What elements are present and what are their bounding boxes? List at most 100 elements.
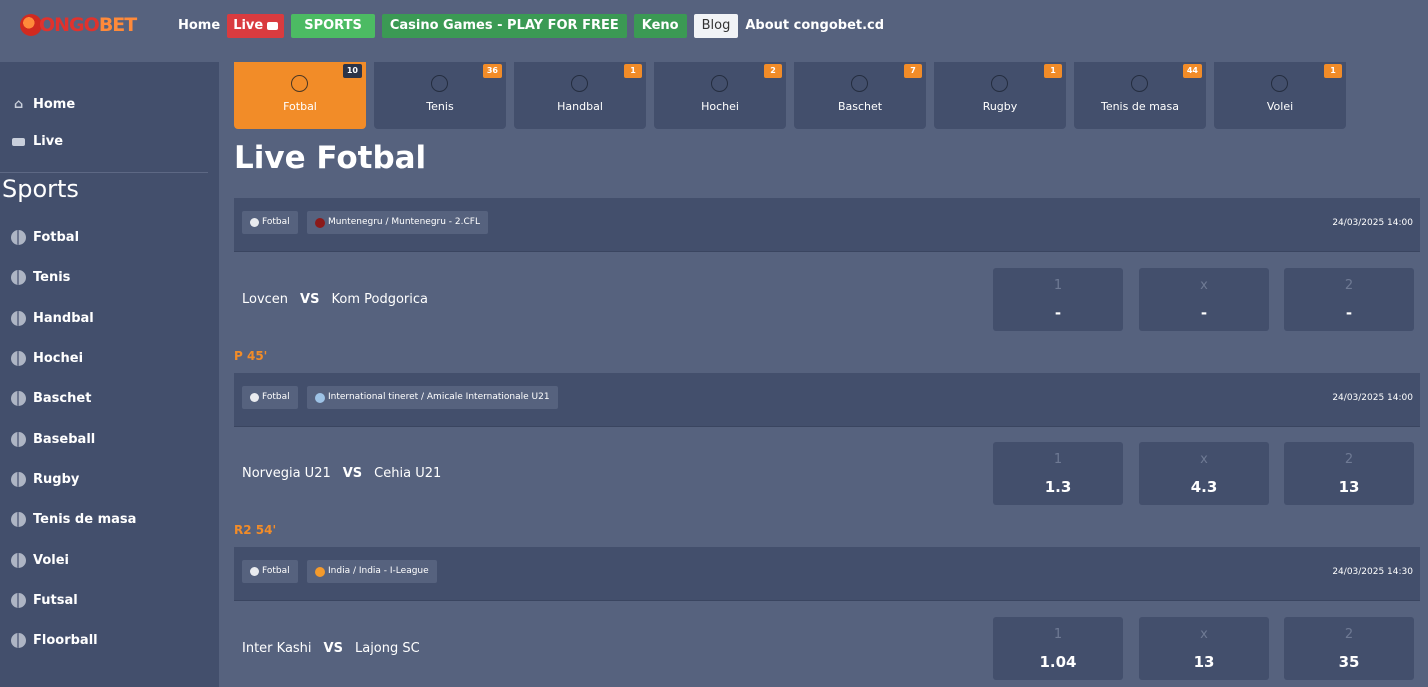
odd-button[interactable]: x 4.3	[1139, 442, 1269, 505]
rugby-icon	[991, 75, 1008, 92]
tab-count-badge: 36	[482, 64, 502, 78]
football-icon	[250, 218, 259, 227]
tab-count-badge: 1	[1324, 64, 1342, 78]
fotbal-icon	[291, 75, 308, 92]
sport-chip[interactable]: Fotbal	[242, 560, 298, 583]
league-chip[interactable]: India / India - I-League	[307, 560, 437, 583]
odd-button[interactable]: 1 1.3	[993, 442, 1123, 505]
page-title: Live Fotbal	[234, 140, 427, 176]
league-chip-label: India / India - I-League	[328, 566, 429, 576]
tab-baschet[interactable]: Baschet 7	[794, 62, 926, 129]
logo-text-bet: BET	[98, 14, 137, 36]
flag-icon	[315, 566, 325, 577]
handball-icon	[10, 311, 27, 326]
sport-chip[interactable]: Fotbal	[242, 386, 298, 409]
tab-count-badge: 1	[624, 64, 642, 78]
nav-casino[interactable]: Casino Games - PLAY FOR FREE	[381, 14, 627, 38]
sports-heading: Sports	[2, 175, 79, 203]
odd-button[interactable]: 1 1.04	[993, 617, 1123, 680]
sidebar-item-live[interactable]: Live	[10, 134, 63, 149]
tab-volei[interactable]: Volei 1	[1214, 62, 1346, 129]
match-row[interactable]: Norvegia U21 VS Cehia U21 1 1.3 x 4.3 2 13	[234, 426, 1420, 510]
top-navigation: ONGO BET Home Live SPORTS Casino Games - …	[0, 0, 1428, 62]
sidebar-item-tenis-de-masa[interactable]: Tenis de masa	[10, 512, 136, 527]
odd-label: x	[1200, 627, 1208, 642]
nav-blog[interactable]: Blog	[693, 14, 739, 38]
tab-handbal[interactable]: Handbal 1	[514, 62, 646, 129]
tab-label: Hochei	[701, 100, 739, 113]
football-icon	[250, 567, 259, 576]
sidebar-item-baseball[interactable]: Baseball	[10, 432, 95, 447]
tab-label: Handbal	[557, 100, 603, 113]
baseball-icon	[10, 432, 27, 447]
table-tennis-icon	[10, 512, 27, 527]
sidebar-item-label: Baschet	[33, 391, 92, 406]
tab-rugby[interactable]: Rugby 1	[934, 62, 1066, 129]
match-date: 24/03/2025 14:30	[1332, 567, 1413, 577]
tenis-icon	[431, 75, 448, 92]
odd-button[interactable]: x 13	[1139, 617, 1269, 680]
match-row[interactable]: Lovcen VS Kom Podgorica 1- x -2-	[234, 252, 1420, 336]
match-header: Fotbal Muntenegru / Muntenegru - 2.CFL 24/…	[234, 198, 1420, 252]
odd-button[interactable]: 2 13	[1284, 442, 1414, 505]
odd-label: 2	[1344, 278, 1354, 293]
league-chip[interactable]: Muntenegru / Muntenegru - 2.CFL	[307, 211, 488, 234]
match-row[interactable]: Inter Kashi VS Lajong SC 1 1.04 x 13 2 35	[234, 601, 1420, 685]
volleyball-icon	[10, 553, 27, 568]
tab-count-badge: 1	[1044, 64, 1062, 78]
odd-value: 1.04	[1039, 653, 1077, 671]
league-chip-label: International tineret / Amicale Internat…	[328, 392, 550, 402]
flag-icon	[315, 392, 325, 403]
hockey-icon	[10, 351, 27, 366]
odd-button[interactable]: 2 35	[1284, 617, 1414, 680]
sidebar-item-baschet[interactable]: Baschet	[10, 391, 91, 406]
tab-hochei[interactable]: Hochei 2	[654, 62, 786, 129]
sidebar-item-label: Handbal	[33, 311, 94, 326]
home-team: Lovcen	[242, 292, 289, 307]
home-icon: ⌂	[13, 97, 24, 112]
sport-chip-label: Fotbal	[262, 566, 290, 576]
sport-chip-label: Fotbal	[262, 217, 290, 227]
nav-home[interactable]: Home	[178, 14, 220, 38]
nav-live[interactable]: Live	[227, 14, 285, 38]
sidebar-item-home[interactable]: ⌂ Home	[10, 97, 75, 112]
odd-value: 1.3	[1044, 478, 1072, 496]
odd-button[interactable]: 2-	[1284, 268, 1414, 331]
match-status: R2 54'	[234, 523, 277, 537]
tab-count-badge: 2	[764, 64, 782, 78]
sidebar-item-rugby[interactable]: Rugby	[10, 472, 79, 487]
volei-icon	[1271, 75, 1288, 92]
odd-button[interactable]: 1-	[993, 268, 1123, 331]
nav-keno[interactable]: Keno	[633, 14, 687, 38]
congobet-logo[interactable]: ONGO BET	[20, 12, 137, 38]
sidebar-item-fotbal[interactable]: Fotbal	[10, 230, 79, 245]
logo-text: ONGO	[39, 14, 100, 36]
match-teams: Lovcen VS Kom Podgorica	[242, 292, 428, 307]
sidebar-item-label: Hochei	[33, 351, 84, 366]
league-chip[interactable]: International tineret / Amicale Internat…	[307, 386, 558, 409]
sidebar-item-handbal[interactable]: Handbal	[10, 311, 94, 326]
sidebar-item-label: Fotbal	[33, 230, 80, 245]
tab-tenis-de-masa[interactable]: Tenis de masa 44	[1074, 62, 1206, 129]
tab-fotbal[interactable]: Fotbal 10	[234, 62, 366, 129]
football-icon	[10, 230, 27, 245]
sport-chip[interactable]: Fotbal	[242, 211, 298, 234]
flag-icon	[315, 217, 325, 228]
tab-count-badge: 7	[904, 64, 922, 78]
home-team: Norvegia U21	[242, 466, 331, 481]
nav-about[interactable]: About congobet.cd	[745, 14, 884, 38]
odd-value: -	[1200, 304, 1208, 322]
sidebar-item-futsal[interactable]: Futsal	[10, 593, 78, 608]
sidebar-item-volei[interactable]: Volei	[10, 553, 69, 568]
away-team: Cehia U21	[374, 466, 442, 481]
hochei-icon	[711, 75, 728, 92]
tab-tenis[interactable]: Tenis 36	[374, 62, 506, 129]
away-team: Lajong SC	[354, 641, 420, 656]
sidebar-item-label: Rugby	[33, 472, 80, 487]
nav-sports[interactable]: SPORTS	[291, 14, 375, 38]
sidebar-item-hochei[interactable]: Hochei	[10, 351, 83, 366]
odd-button[interactable]: x-	[1139, 268, 1269, 331]
match-header: Fotbal International tineret / Amicale In…	[234, 373, 1420, 427]
sidebar-item-tenis[interactable]: Tenis	[10, 270, 70, 285]
sidebar-item-floorball[interactable]: Floorball	[10, 633, 98, 648]
